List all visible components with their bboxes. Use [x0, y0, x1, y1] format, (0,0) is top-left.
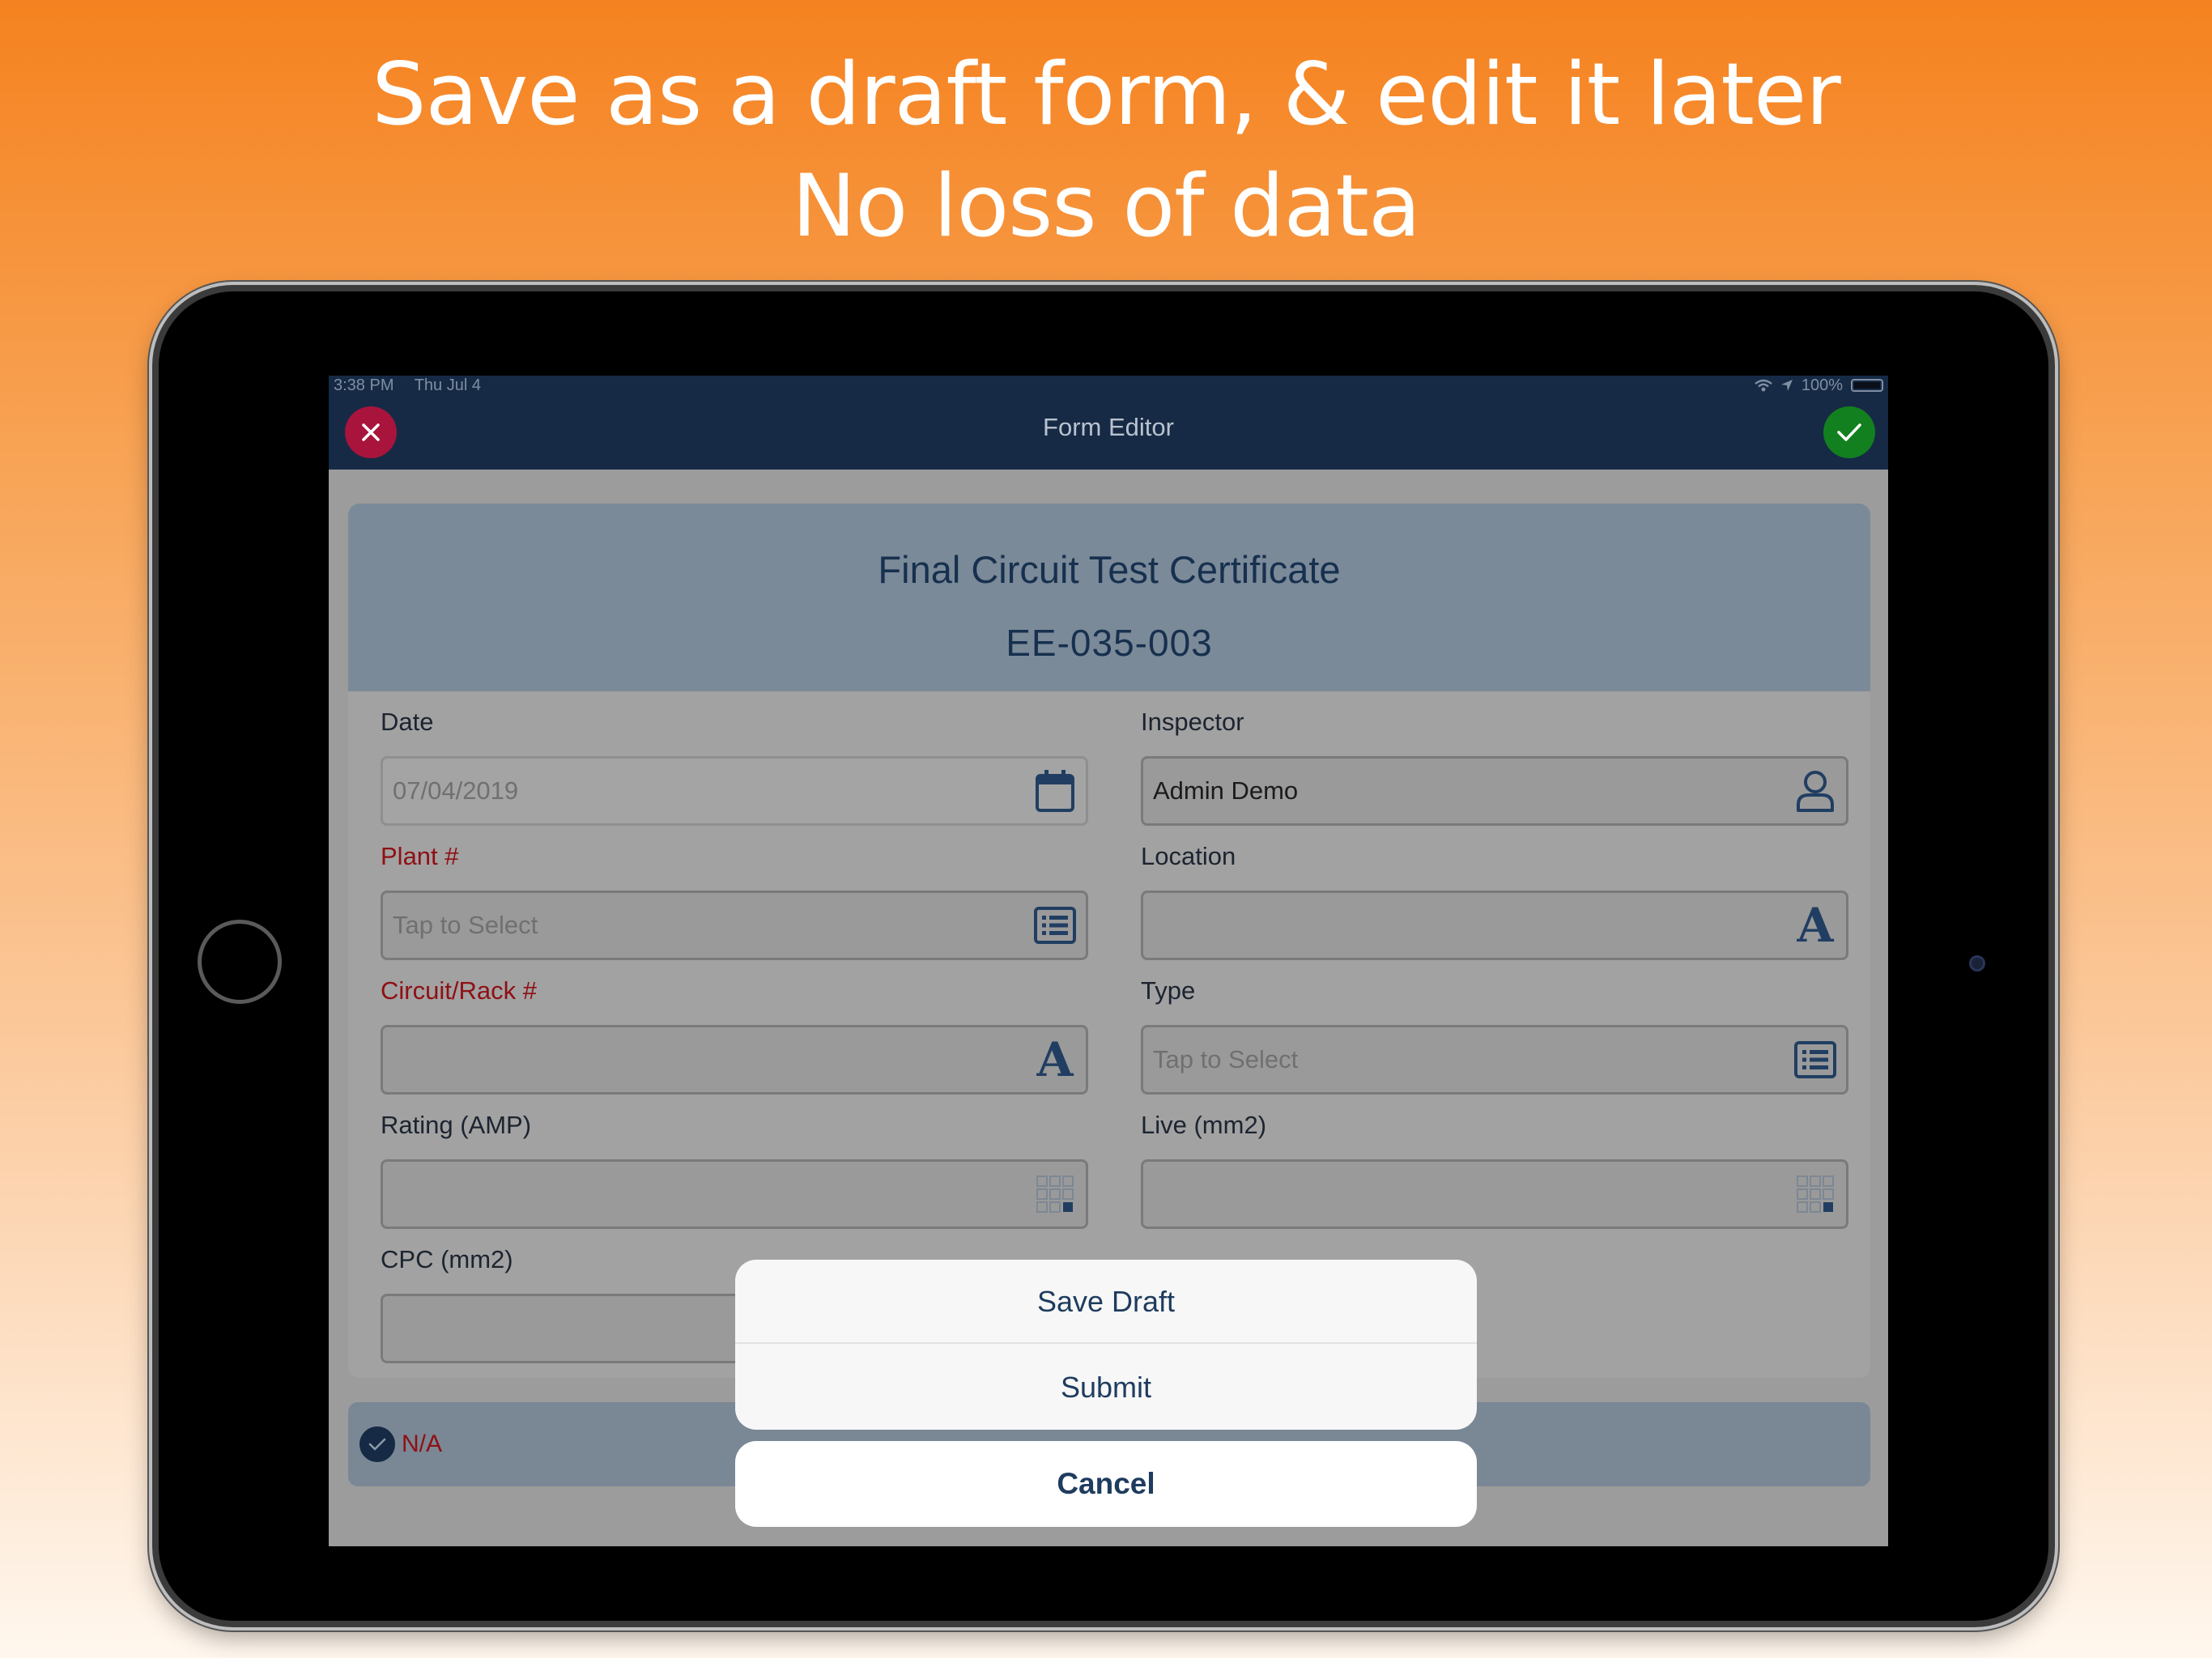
submit-button[interactable]: Submit — [735, 1346, 1477, 1430]
battery-percent: 100% — [1801, 376, 1843, 394]
nav-title: Form Editor — [1043, 413, 1174, 441]
location-field[interactable]: A — [1141, 891, 1848, 960]
live-label: Live (mm2) — [1141, 1111, 1267, 1139]
cpc-label: CPC (mm2) — [381, 1245, 513, 1273]
form-code: EE-035-003 — [1006, 622, 1213, 664]
live-field[interactable] — [1141, 1159, 1848, 1229]
headline-line-2: No loss of data — [792, 156, 1421, 256]
checkmark-icon — [368, 1438, 386, 1451]
action-sheet: Save Draft Submit — [735, 1260, 1477, 1430]
wifi-icon — [1755, 379, 1772, 392]
status-bar: 3:38 PM Thu Jul 4 100% — [329, 376, 1888, 395]
plant-label: Plant # — [381, 842, 459, 870]
na-label: N/A — [402, 1431, 443, 1457]
date-field[interactable]: 07/04/2019 — [381, 756, 1088, 826]
home-button[interactable] — [198, 920, 282, 1004]
save-draft-button[interactable]: Save Draft — [735, 1260, 1477, 1344]
plant-placeholder: Tap to Select — [393, 911, 538, 939]
numpad-icon — [1032, 1171, 1078, 1217]
type-label: Type — [1141, 976, 1196, 1005]
status-date: Thu Jul 4 — [414, 376, 481, 394]
headline-line-1: Save as a draft form, & edit it later — [372, 45, 1841, 144]
calendar-icon — [1032, 768, 1078, 814]
text-icon: A — [1797, 898, 1834, 953]
cancel-button[interactable]: Cancel — [735, 1441, 1477, 1527]
text-icon: A — [1036, 1032, 1074, 1087]
inspector-label: Inspector — [1141, 708, 1244, 736]
type-placeholder: Tap to Select — [1153, 1045, 1299, 1073]
circuit-label: Circuit/Rack # — [381, 976, 537, 1005]
location-label: Location — [1141, 842, 1236, 870]
done-button[interactable] — [1823, 406, 1875, 458]
inspector-value: Admin Demo — [1153, 776, 1299, 805]
plant-select[interactable]: Tap to Select — [381, 891, 1088, 960]
circuit-field[interactable]: A — [381, 1025, 1088, 1095]
na-checkbox[interactable] — [359, 1426, 395, 1462]
location-arrow-icon — [1780, 380, 1793, 391]
form-header: Final Circuit Test Certificate EE-035-00… — [348, 504, 1870, 691]
form-title: Final Circuit Test Certificate — [878, 548, 1341, 591]
rating-label: Rating (AMP) — [381, 1111, 532, 1139]
checkmark-icon — [1837, 423, 1861, 441]
person-icon — [1793, 768, 1838, 814]
rating-field[interactable] — [381, 1159, 1088, 1229]
list-icon — [1793, 1037, 1838, 1082]
status-time: 3:38 PM — [334, 376, 394, 394]
numpad-icon — [1793, 1171, 1838, 1217]
navigation-bar: 3:38 PM Thu Jul 4 100% Form Editor — [329, 376, 1888, 470]
battery-icon — [1851, 379, 1883, 392]
date-label: Date — [381, 708, 434, 736]
date-value: 07/04/2019 — [393, 776, 519, 805]
inspector-field[interactable]: Admin Demo — [1141, 756, 1848, 826]
type-select[interactable]: Tap to Select — [1141, 1025, 1848, 1095]
camera-icon — [1969, 955, 1985, 971]
form-card: Final Circuit Test Certificate EE-035-00… — [348, 504, 1870, 1378]
list-icon — [1032, 903, 1078, 948]
